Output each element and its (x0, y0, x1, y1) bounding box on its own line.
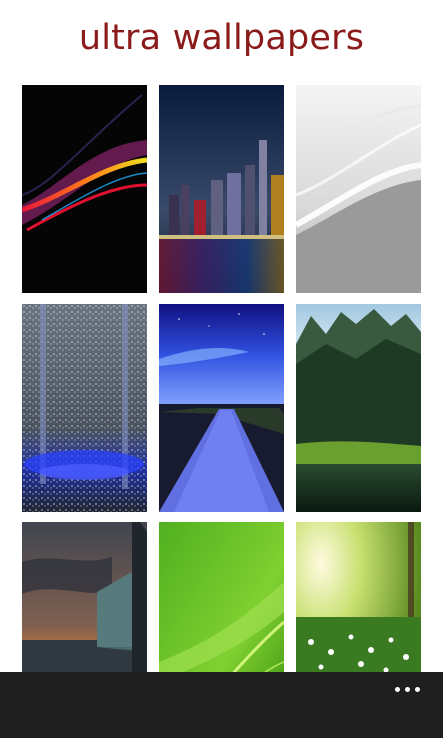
wallpaper-thumbnail-image (22, 85, 147, 293)
app-bar (0, 672, 443, 738)
more-ellipsis-icon[interactable] (391, 678, 425, 702)
wallpaper-thumbnail-image (296, 304, 421, 512)
wallpaper-tile-blue-road-night-sky[interactable] (159, 304, 284, 512)
wallpaper-tile-blue-water-splash[interactable] (22, 304, 147, 512)
page-title: ultra wallpapers (78, 18, 365, 58)
wallpaper-tile-mountain-lake[interactable] (296, 304, 421, 512)
wallpaper-tile-silver-waves[interactable] (296, 85, 421, 293)
wallpaper-tile-abstract-light-streaks[interactable] (22, 85, 147, 293)
wallpaper-thumbnail-image (159, 304, 284, 512)
app-screen: ultra wallpapers (0, 0, 443, 738)
wallpaper-thumbnail-image (296, 85, 421, 293)
wallpaper-thumbnail-image (159, 85, 284, 293)
wallpaper-tile-city-skyline-night[interactable] (159, 85, 284, 293)
wallpaper-thumbnail-image (22, 304, 147, 512)
